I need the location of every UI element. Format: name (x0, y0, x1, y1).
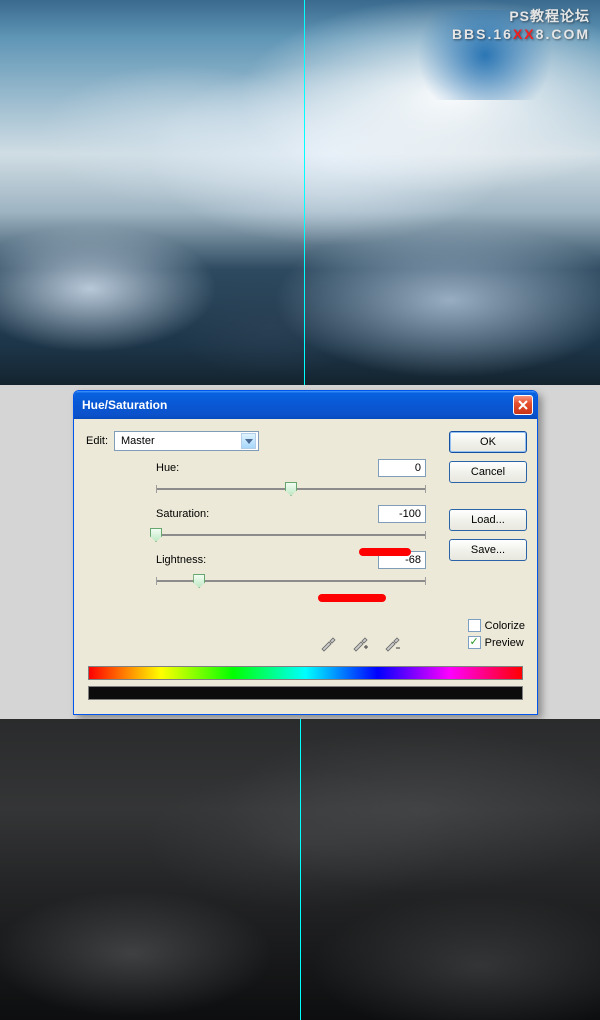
result-spectrum (88, 686, 523, 700)
dialog-title: Hue/Saturation (82, 398, 167, 412)
checkbox-group: Colorize ✓ Preview (468, 619, 525, 649)
cancel-button[interactable]: Cancel (449, 461, 527, 483)
before-image (0, 0, 600, 385)
slider-thumb[interactable] (285, 482, 297, 496)
eyedropper-group (319, 634, 401, 652)
hue-slider[interactable] (156, 481, 426, 499)
lightness-label: Lightness: (156, 554, 206, 566)
dialog-body: Edit: Master Hue: 0 Saturation: -100 (74, 419, 537, 714)
load-button[interactable]: Load... (449, 509, 527, 531)
eyedropper-minus-icon[interactable] (383, 634, 401, 652)
watermark-line1: PS教程论坛 (452, 6, 590, 26)
ok-button[interactable]: OK (449, 431, 527, 453)
hue-input[interactable]: 0 (378, 459, 426, 477)
checkbox-icon: ✓ (468, 636, 481, 649)
edit-label: Edit: (86, 435, 108, 447)
preview-label: Preview (485, 637, 524, 649)
annotation-mark (359, 548, 411, 556)
hue-label: Hue: (156, 462, 179, 474)
close-button[interactable] (513, 395, 533, 415)
colorize-checkbox[interactable]: Colorize (468, 619, 525, 632)
hue-section: Hue: 0 (156, 459, 426, 499)
button-column: OK Cancel Load... Save... (449, 431, 527, 561)
watermark: PS教程论坛 BBS.16XX8.COM (452, 6, 590, 42)
saturation-input[interactable]: -100 (378, 505, 426, 523)
slider-thumb[interactable] (150, 528, 162, 542)
slider-thumb[interactable] (193, 574, 205, 588)
titlebar[interactable]: Hue/Saturation (74, 391, 537, 419)
eyedropper-plus-icon[interactable] (351, 634, 369, 652)
lightness-section: Lightness: -68 (156, 551, 426, 591)
chevron-down-icon (241, 433, 256, 449)
guide-line (304, 0, 305, 385)
edit-dropdown[interactable]: Master (114, 431, 259, 451)
edit-value: Master (121, 435, 155, 447)
checkbox-icon (468, 619, 481, 632)
saturation-section: Saturation: -100 (156, 505, 426, 545)
close-icon (518, 400, 528, 410)
eyedropper-icon[interactable] (319, 634, 337, 652)
saturation-slider[interactable] (156, 527, 426, 545)
annotation-mark (318, 594, 386, 602)
lightness-slider[interactable] (156, 573, 426, 591)
guide-line (300, 719, 301, 1020)
hue-saturation-dialog: Hue/Saturation Edit: Master Hue: 0 (73, 390, 538, 715)
colorize-label: Colorize (485, 620, 525, 632)
hue-spectrum (88, 666, 523, 680)
preview-checkbox[interactable]: ✓ Preview (468, 636, 525, 649)
save-button[interactable]: Save... (449, 539, 527, 561)
watermark-line2: BBS.16XX8.COM (452, 26, 590, 42)
saturation-label: Saturation: (156, 508, 209, 520)
